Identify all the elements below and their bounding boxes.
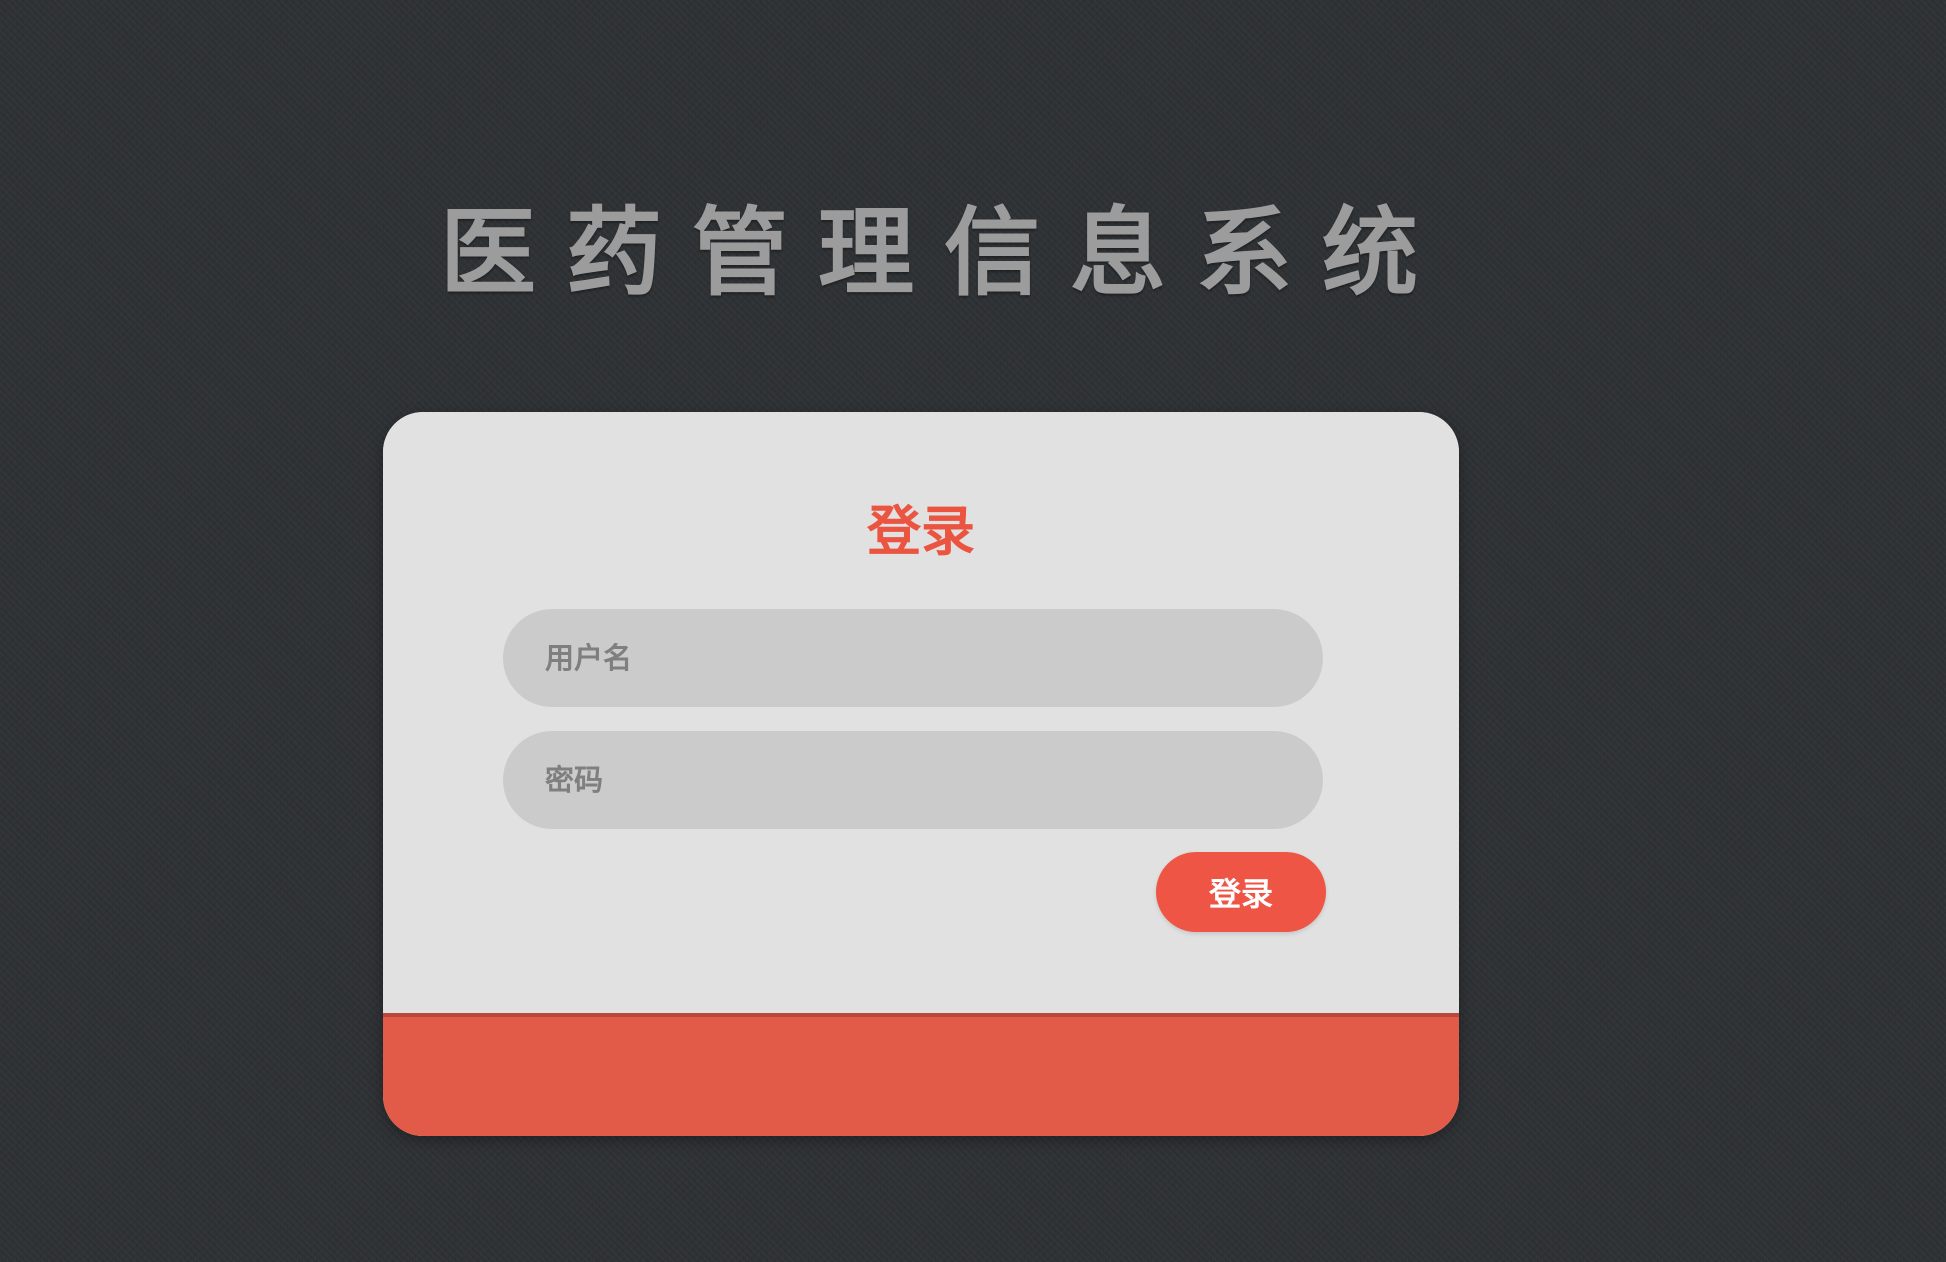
login-button[interactable]: 登录 bbox=[1156, 852, 1326, 932]
page-title: 医药管理信息系统 bbox=[440, 197, 1448, 309]
username-input[interactable] bbox=[503, 609, 1323, 707]
login-card-body: 登录 登录 bbox=[383, 412, 1459, 1013]
login-heading: 登录 bbox=[867, 500, 975, 563]
password-input[interactable] bbox=[503, 731, 1323, 829]
login-card-footer bbox=[383, 1013, 1459, 1136]
login-card: 登录 登录 bbox=[383, 412, 1459, 1136]
